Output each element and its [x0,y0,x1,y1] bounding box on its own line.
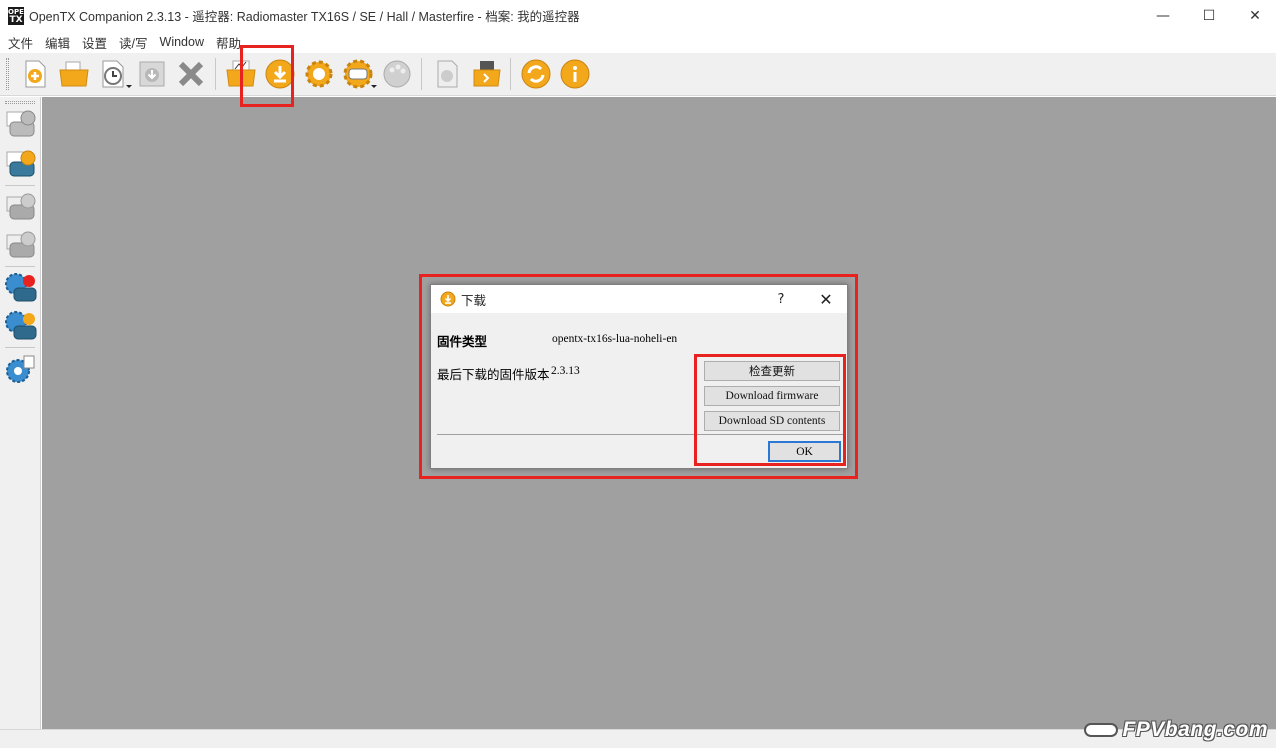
read-backup-button[interactable] [4,190,38,224]
save-icon [139,61,164,87]
refresh-button[interactable] [520,58,552,90]
menu-edit[interactable]: 编辑 [39,33,76,52]
side-toolbar [0,97,41,729]
toolbar-separator [215,58,216,90]
last-firmware-label: 最后下载的固件版本 [437,367,550,382]
backup-write-icon [6,231,36,258]
dialog-title-bar: 下载 ? ✕ [431,285,847,313]
last-firmware-value: 2.3.13 [551,365,580,377]
download-icon [440,291,456,307]
main-toolbar [0,53,1276,96]
download-button[interactable] [264,58,296,90]
write-firmware-button[interactable] [4,271,38,305]
about-button[interactable] [559,58,591,90]
menu-help[interactable]: 帮助 [210,33,247,52]
write-models-button[interactable] [4,147,38,181]
dialog-title: 下载 [461,292,487,308]
sd-card-button[interactable] [470,58,502,90]
toolbar-separator [510,58,511,90]
read-firmware-button[interactable] [4,309,38,343]
radio-profile-icon [343,59,372,89]
sd-card-icon [473,61,501,87]
firmware-write-icon [5,273,37,302]
menu-file[interactable]: 文件 [2,33,39,52]
dropdown-arrow-icon [125,85,132,88]
recent-files-icon [102,60,123,88]
side-separator [5,185,35,186]
menu-read-write[interactable]: 读/写 [113,33,153,52]
new-file-icon [25,60,45,88]
firmware-read-icon [5,311,37,340]
radio-write-icon [6,150,36,177]
open-chart-folder-button[interactable] [225,58,257,90]
maximize-button[interactable]: ☐ [1186,0,1232,31]
download-firmware-button[interactable]: Download firmware [704,386,840,406]
dialog-divider [437,434,843,435]
dropdown-arrow-icon [370,85,377,88]
toolbar-grip[interactable] [6,58,9,90]
help-button[interactable]: ? [773,285,789,313]
write-backup-button[interactable] [4,228,38,262]
palette-button[interactable] [381,58,413,90]
window-title: OpenTX Companion 2.3.13 - 遥控器: Radiomast… [29,10,580,24]
read-models-button[interactable] [4,107,38,141]
opentx-logo-icon: OPEN TX [8,6,30,25]
menu-window[interactable]: Window [154,35,210,49]
ok-button[interactable]: OK [768,441,841,462]
radio-read-icon [6,110,36,137]
drone-logo-icon [1084,723,1119,738]
menu-settings[interactable]: 设置 [76,33,113,52]
firmware-type-label: 固件类型 [437,334,488,349]
sd-sync-button[interactable] [4,353,38,387]
download-sd-contents-button[interactable]: Download SD contents [704,411,840,431]
palette-icon [383,60,410,88]
menu-bar: 文件 编辑 设置 读/写 Window 帮助 [0,31,1276,53]
refresh-icon [521,59,550,89]
side-separator [5,347,35,348]
settings-button[interactable] [303,58,335,90]
backup-read-icon [6,193,36,220]
watermark-text: FPVbang.com [1122,718,1268,741]
open-folder-chart-icon [225,60,256,87]
simulate-button[interactable] [431,58,463,90]
settings-gear-icon [305,60,332,88]
title-bar: OPEN TX OpenTX Companion 2.3.13 - 遥控器: R… [0,0,1276,31]
sd-sync-icon [6,355,35,383]
dialog-close-button[interactable]: ✕ [811,285,841,313]
minimize-button[interactable]: — [1140,0,1186,31]
simulate-icon [437,60,457,88]
close-icon [178,61,203,87]
toolbar-separator [421,58,422,90]
side-separator [5,266,35,267]
close-window-button[interactable]: ✕ [1232,0,1276,31]
new-file-button[interactable] [19,58,51,90]
download-icon [265,59,294,89]
side-toolbar-grip[interactable] [5,101,35,104]
check-updates-button[interactable]: 检查更新 [704,361,840,381]
recent-files-button[interactable] [97,58,132,90]
close-file-button[interactable] [175,58,207,90]
download-dialog: 下载 ? ✕ 固件类型 opentx-tx16s-lua-noheli-en 最… [430,284,848,469]
firmware-type-value: opentx-tx16s-lua-noheli-en [552,333,678,345]
info-icon [560,59,589,89]
open-file-button[interactable] [58,58,90,90]
radio-profile-button[interactable] [342,58,377,90]
logo-bottom-text: TX [9,14,23,25]
open-folder-icon [58,61,89,87]
save-button[interactable] [136,58,168,90]
watermark: FPVbang.com [1084,718,1268,742]
